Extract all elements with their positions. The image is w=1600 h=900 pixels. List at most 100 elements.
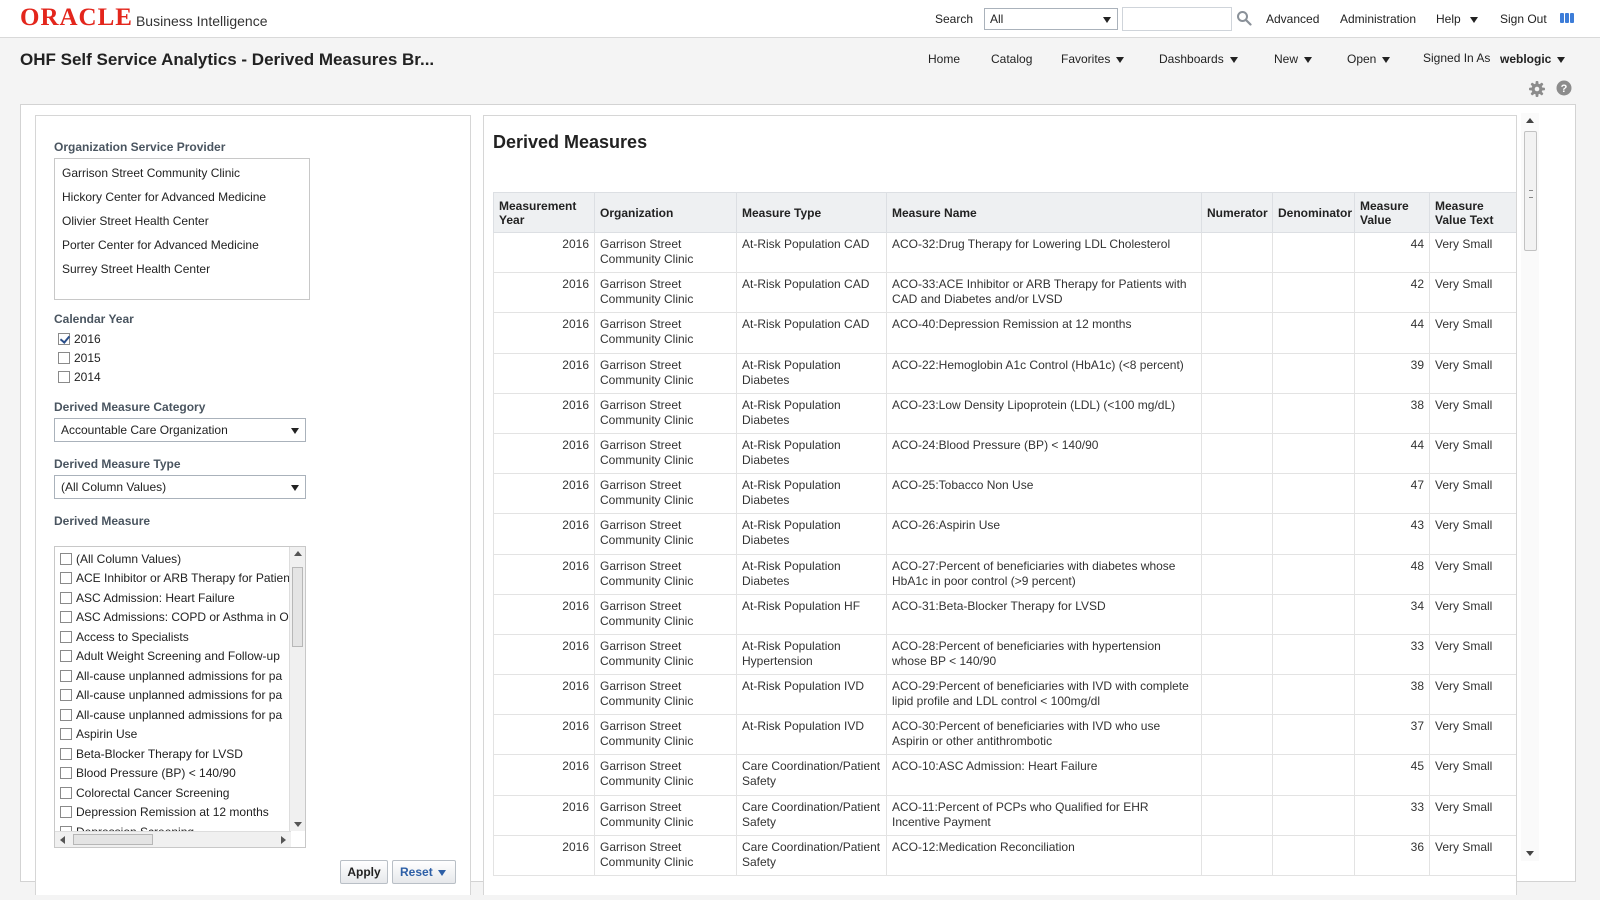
checkbox[interactable] — [58, 352, 70, 364]
checkbox[interactable] — [60, 747, 72, 760]
scroll-down-icon[interactable] — [294, 822, 302, 827]
search-scope-dropdown[interactable]: All — [984, 8, 1118, 30]
org-listbox[interactable]: Garrison Street Community Clinic Hickory… — [54, 158, 310, 300]
org-option[interactable]: Olivier Street Health Center — [55, 211, 309, 235]
sign-out-link[interactable]: Sign Out — [1500, 12, 1547, 26]
checkbox[interactable] — [60, 572, 72, 585]
horizontal-scrollbar[interactable] — [55, 831, 291, 847]
vertical-scrollbar[interactable] — [289, 547, 305, 831]
nav-open-menu[interactable]: Open — [1347, 52, 1391, 66]
scrollbar-thumb[interactable] — [292, 567, 303, 647]
apply-button[interactable]: Apply — [340, 860, 388, 884]
reset-button[interactable]: Reset — [392, 860, 456, 884]
measure-option[interactable]: Blood Pressure (BP) < 140/90 — [55, 764, 291, 784]
measure-option[interactable]: All-cause unplanned admissions for pa — [55, 666, 291, 686]
measure-option[interactable]: ASC Admission: Heart Failure — [55, 588, 291, 608]
gear-icon[interactable] — [1528, 80, 1546, 98]
dashboard-header: OHF Self Service Analytics - Derived Mea… — [0, 38, 1600, 98]
measure-option[interactable]: All-cause unplanned admissions for pa — [55, 705, 291, 725]
help-menu[interactable]: Help — [1436, 12, 1479, 26]
column-header[interactable]: Denominator — [1272, 192, 1355, 233]
cell-year: 2016 — [493, 392, 595, 434]
year-option-2016[interactable]: 2016 — [58, 330, 101, 348]
checkbox[interactable] — [58, 371, 70, 383]
cell-denominator — [1272, 633, 1355, 676]
checkbox[interactable] — [60, 806, 72, 819]
nav-favorites-menu[interactable]: Favorites — [1061, 52, 1125, 66]
measure-listbox[interactable]: (All Column Values) ACE Inhibitor or ARB … — [54, 546, 306, 848]
measure-option[interactable]: ASC Admissions: COPD or Asthma in O — [55, 608, 291, 628]
chevron-down-icon — [1382, 56, 1391, 63]
nav-home[interactable]: Home — [928, 52, 960, 66]
cell-value-text: Very Small — [1429, 272, 1516, 314]
cell-type: At-Risk Population Diabetes — [736, 392, 887, 434]
cell-value: 36 — [1354, 834, 1430, 877]
org-option[interactable]: Porter Center for Advanced Medicine — [55, 235, 309, 259]
nav-new-menu[interactable]: New — [1274, 52, 1313, 66]
checkbox[interactable] — [60, 611, 72, 624]
measure-option[interactable]: Depression Remission at 12 months — [55, 803, 291, 823]
checkbox[interactable] — [60, 669, 72, 682]
search-input[interactable] — [1122, 7, 1232, 31]
org-option[interactable]: Hickory Center for Advanced Medicine — [55, 187, 309, 211]
measure-option[interactable]: Aspirin Use — [55, 725, 291, 745]
column-header[interactable]: Organization — [594, 192, 737, 233]
checkbox[interactable] — [60, 689, 72, 702]
cell-org: Garrison Street Community Clinic — [594, 593, 737, 635]
measure-option[interactable]: Beta-Blocker Therapy for LVSD — [55, 744, 291, 764]
table-header-row: Measurement Year Organization Measure Ty… — [493, 192, 1516, 233]
advanced-search-link[interactable]: Advanced — [1266, 12, 1319, 26]
column-header[interactable]: Measurement Year — [493, 192, 595, 233]
oracle-logo: ORACLE Business Intelligence — [20, 5, 268, 30]
scroll-down-icon[interactable] — [1526, 851, 1534, 856]
scrollbar-thumb[interactable] — [1524, 131, 1537, 251]
apps-icon[interactable] — [1560, 12, 1578, 24]
scroll-up-icon[interactable] — [1526, 118, 1534, 123]
checkbox[interactable] — [60, 767, 72, 780]
year-option-2014[interactable]: 2014 — [58, 368, 101, 386]
global-header: ORACLE Business Intelligence Search All … — [0, 0, 1600, 38]
org-option[interactable]: Surrey Street Health Center — [55, 259, 309, 283]
scroll-up-icon[interactable] — [294, 551, 302, 556]
table-row: 2016 Garrison Street Community Clinic At-R… — [493, 432, 1516, 475]
measure-option[interactable]: Access to Specialists — [55, 627, 291, 647]
measure-option[interactable]: Colorectal Cancer Screening — [55, 783, 291, 803]
org-option[interactable]: Garrison Street Community Clinic — [55, 163, 309, 187]
year-option-2015[interactable]: 2015 — [58, 349, 101, 367]
column-header[interactable]: Numerator — [1201, 192, 1273, 233]
measure-option[interactable]: (All Column Values) — [55, 549, 291, 569]
column-header[interactable]: Measure Name — [886, 192, 1202, 233]
column-header[interactable]: Measure Type — [736, 192, 887, 233]
user-menu[interactable]: weblogic — [1500, 52, 1566, 66]
column-header[interactable]: Measure Value — [1354, 192, 1430, 233]
cell-year: 2016 — [493, 553, 595, 595]
category-dropdown[interactable]: Accountable Care Organization — [54, 418, 306, 442]
checkbox[interactable] — [60, 650, 72, 663]
type-dropdown[interactable]: (All Column Values) — [54, 475, 306, 499]
checkbox[interactable] — [60, 552, 72, 565]
nav-catalog[interactable]: Catalog — [991, 52, 1032, 66]
table-row: 2016 Garrison Street Community Clinic At-R… — [493, 352, 1516, 394]
checkbox[interactable] — [60, 591, 72, 604]
scroll-right-icon[interactable] — [281, 836, 286, 844]
checkbox[interactable] — [60, 728, 72, 741]
checkbox[interactable] — [60, 630, 72, 643]
cell-numerator — [1201, 794, 1273, 836]
cell-name: ACO-29:Percent of beneficiaries with IVD… — [886, 674, 1202, 716]
cell-year: 2016 — [493, 714, 595, 756]
scroll-left-icon[interactable] — [60, 836, 65, 844]
search-icon[interactable] — [1236, 10, 1252, 26]
table-row: 2016 Garrison Street Community Clinic At-R… — [493, 392, 1516, 434]
nav-dashboards-menu[interactable]: Dashboards — [1159, 52, 1238, 66]
scrollbar-thumb[interactable] — [73, 834, 153, 845]
column-header[interactable]: Measure Value Text — [1429, 192, 1516, 233]
help-icon[interactable]: ? — [1556, 80, 1572, 96]
checkbox-checked[interactable] — [58, 333, 70, 345]
measure-option[interactable]: Adult Weight Screening and Follow-up — [55, 647, 291, 667]
measure-option[interactable]: All-cause unplanned admissions for pa — [55, 686, 291, 706]
checkbox[interactable] — [60, 708, 72, 721]
measure-option[interactable]: ACE Inhibitor or ARB Therapy for Patient — [55, 569, 291, 589]
checkbox[interactable] — [60, 786, 72, 799]
page-vertical-scrollbar[interactable] — [1521, 113, 1539, 861]
administration-link[interactable]: Administration — [1340, 12, 1416, 26]
